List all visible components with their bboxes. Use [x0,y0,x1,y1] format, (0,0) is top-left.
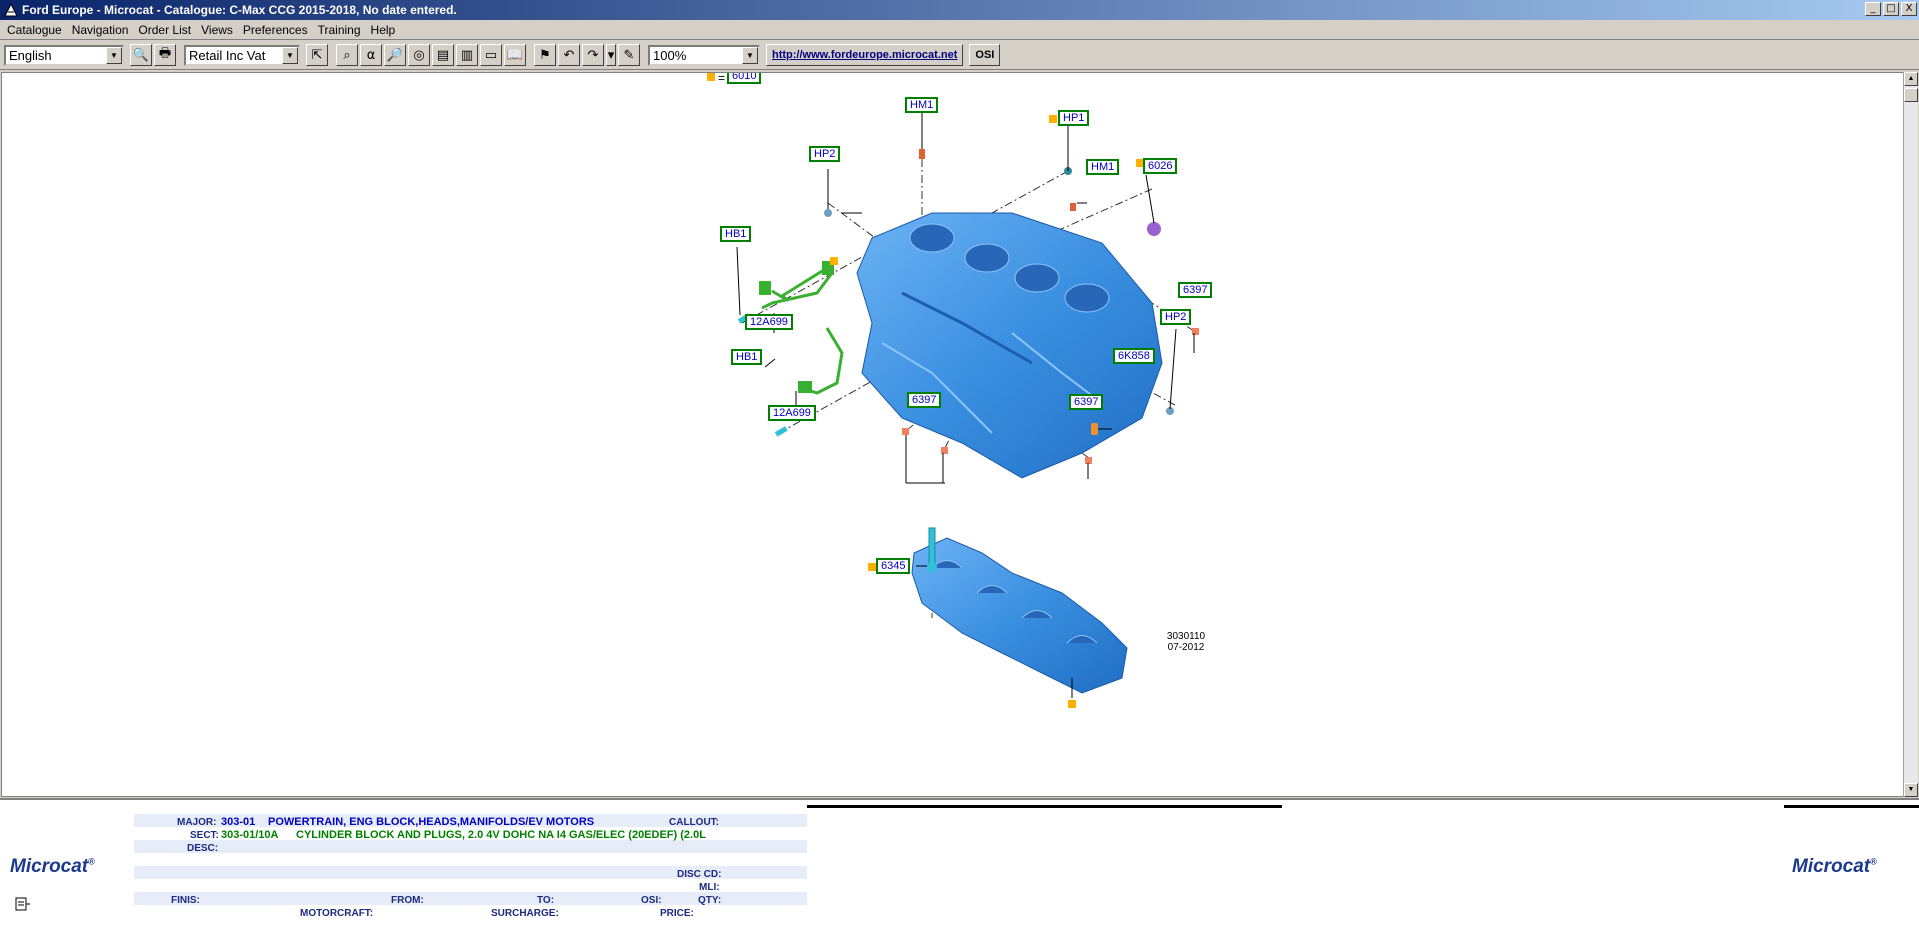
to-label: TO: [537,895,555,906]
website-link-button[interactable]: http://www.fordeurope.microcat.net [766,44,964,66]
menu-navigation[interactable]: Navigation [67,23,134,37]
zoom-select[interactable]: 100% ▼ [648,44,760,66]
info-panel-icon[interactable] [14,896,32,912]
chevron-down-icon[interactable]: ▼ [106,46,122,64]
sect-description: CYLINDER BLOCK AND PLUGS, 2.0 4V DOHC NA… [296,829,706,841]
callout-label: CALLOUT: [669,817,719,828]
magnify-icon[interactable]: 🔎 [384,44,406,66]
equals-sign: = [718,72,726,85]
callout-hb1[interactable]: HB1 [720,226,752,242]
surcharge-label: SURCHARGE: [491,908,559,919]
sect-code: 303-01/10A [221,829,279,841]
print-preview-icon[interactable]: 🔍 [130,44,152,66]
close-button[interactable]: X [1901,2,1917,16]
qty-label: QTY: [698,895,722,906]
book-icon[interactable]: 📖 [504,44,526,66]
redo-icon[interactable]: ↷ [582,44,604,66]
callout-hm1[interactable]: HM1 [905,97,939,113]
footer-divider [1784,805,1919,808]
illustration-id: 3030110 [1166,631,1206,642]
menu-training[interactable]: Training [313,23,366,37]
menu-catalogue[interactable]: Catalogue [2,23,67,37]
microcat-logo-right: Microcat® [1792,856,1877,877]
menu-bar: Catalogue Navigation Order List Views Pr… [0,20,1919,40]
callout-hp2[interactable]: HP2 [809,146,841,162]
maximize-button[interactable]: □ [1883,2,1899,16]
binoculars-icon[interactable]: ◎ [408,44,430,66]
disc-cd-label: DISC CD: [677,869,722,880]
scroll-down-icon[interactable]: ▼ [1904,783,1918,797]
major-label: MAJOR: [177,817,217,828]
finis-label: FINIS: [171,895,200,906]
callout-6397[interactable]: 6397 [1178,282,1213,298]
osi-button[interactable]: OSI [969,44,1001,66]
chevron-down-icon[interactable]: ▼ [282,46,298,64]
menu-order-list[interactable]: Order List [133,23,196,37]
title-bar: Ford Europe - Microcat - Catalogue: C-Ma… [0,0,1919,20]
diagram-canvas[interactable]: = 6010 HM1 HP1 HP2 HM1 6026 HB1 6397 12A… [1,72,1904,797]
language-value: English [9,47,52,63]
callout-hm1[interactable]: HM1 [1086,159,1120,175]
price-label: PRICE: [660,908,694,919]
chevron-down-icon[interactable]: ▼ [742,46,758,64]
menu-views[interactable]: Views [196,23,238,37]
callout-6026[interactable]: 6026 [1143,158,1178,174]
language-select[interactable]: English ▼ [4,44,124,66]
callout-12a699[interactable]: 12A699 [768,405,816,421]
major-code: 303-01 [221,816,256,828]
monitor-icon[interactable]: ▭ [480,44,502,66]
osi-label: OSI: [641,895,662,906]
vertical-scrollbar[interactable]: ▲ ▼ [1903,72,1918,797]
scroll-up-icon[interactable]: ▲ [1904,72,1918,86]
desc-label: DESC: [187,843,219,854]
from-label: FROM: [391,895,424,906]
plug-hm1 [919,149,925,159]
marker-square [830,257,838,265]
callout-6397[interactable]: 6397 [1069,394,1104,410]
microcat-logo-left: Microcat® [10,856,95,877]
callout-6k858[interactable]: 6K858 [1113,348,1155,364]
part-info-panel: Microcat® Microcat® MAJOR: 303-01 POWERT… [0,798,1919,932]
undo-icon[interactable]: ↶ [558,44,580,66]
marker-square [868,563,876,571]
alpha-index-icon[interactable]: α [360,44,382,66]
zoom-value: 100% [653,47,687,63]
price-mode-select[interactable]: Retail Inc Vat ▼ [184,44,300,66]
parts-list-icon[interactable]: ▤ [432,44,454,66]
marker-square [1049,115,1057,123]
motorcraft-label: MOTORCRAFT: [300,908,374,919]
minimize-button[interactable]: _ [1865,2,1881,16]
marker-square [707,73,715,81]
sect-label: SECT: [190,830,219,841]
price-mode-value: Retail Inc Vat [189,47,266,63]
callout-hp1[interactable]: HP1 [1058,110,1090,126]
cylinder-block-part [856,212,1163,479]
print-icon[interactable]: 🖶 [154,44,176,66]
callout-6345[interactable]: 6345 [876,558,911,574]
callout-12a699[interactable]: 12A699 [745,314,793,330]
menu-preferences[interactable]: Preferences [238,23,313,37]
callout-6010[interactable]: 6010 [727,73,762,84]
scrollbar-thumb[interactable] [1904,88,1918,102]
callout-hp2[interactable]: HP2 [1160,309,1192,325]
notes-icon[interactable]: ✎ [618,44,640,66]
redo-dropdown-icon[interactable]: ▾ [606,44,616,66]
bearing-ladder-part [911,537,1128,694]
pointer-select-icon[interactable]: ⇱ [306,44,328,66]
microcat-app-icon [4,2,18,17]
exploded-view-illustration [736,113,1199,698]
toolbar: English ▼ 🔍 🖶 Retail Inc Vat ▼ ⇱ ⌕ α 🔎 ◎… [0,41,1919,70]
marker-square [1068,700,1076,708]
mli-label: MLI: [699,882,720,893]
flag-icon[interactable]: ⚑ [534,44,556,66]
major-description: POWERTRAIN, ENG BLOCK,HEADS,MANIFOLDS/EV… [268,816,595,828]
callout-6397[interactable]: 6397 [907,392,942,408]
index-icon[interactable]: ▥ [456,44,478,66]
vehicle-search-icon[interactable]: ⌕ [336,44,358,66]
window-title: Ford Europe - Microcat - Catalogue: C-Ma… [22,3,457,17]
menu-help[interactable]: Help [366,23,401,37]
illustration-date: 07-2012 [1167,642,1205,653]
callout-hb1[interactable]: HB1 [731,349,763,365]
footer-divider [807,805,1282,808]
